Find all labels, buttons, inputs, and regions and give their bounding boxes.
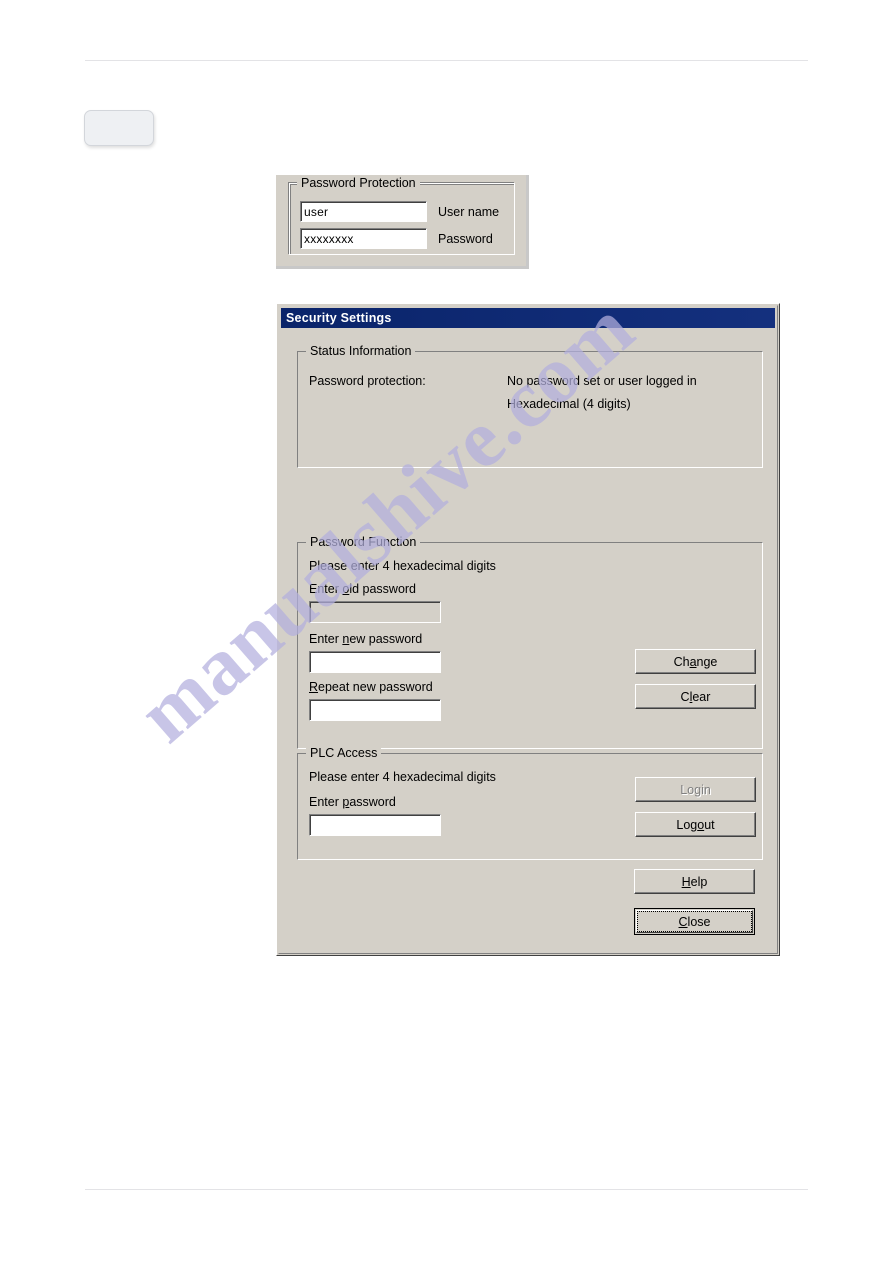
plc-enter-password-input[interactable] [309,814,441,836]
password-function-groupbox: Password Function Please enter 4 hexadec… [297,535,763,749]
status-information-legend: Status Information [306,344,416,358]
user-name-input[interactable]: user [300,201,427,222]
user-name-label: User name [438,205,500,219]
change-button[interactable]: Ch a nge [635,649,756,674]
password-protection-figure: Password Protection user User name xxxxx… [276,175,529,269]
help-button[interactable]: Help [634,869,755,894]
enter-new-password-label: Enter new password [309,632,423,646]
repeat-new-password-input[interactable] [309,699,441,721]
login-button[interactable]: Lo g in [635,777,756,802]
clear-button[interactable]: Cl ear [635,684,756,709]
status-information-groupbox: Status Information Password protection: … [297,344,763,468]
password-function-hint: Please enter 4 hexadecimal digits [309,559,496,573]
password-protection-status-value-line1: No password set or user logged in [507,374,697,388]
security-settings-dialog: Security Settings Status Information Pas… [276,303,780,956]
plc-access-legend: PLC Access [306,746,382,760]
password-protection-status-label: Password protection: [309,374,426,388]
dialog-titlebar[interactable]: Security Settings [281,308,775,328]
dialog-body: Security Settings Status Information Pas… [278,305,778,954]
plc-access-hint: Please enter 4 hexadecimal digits [309,770,496,784]
plc-access-groupbox: PLC Access Please enter 4 hexadecimal di… [297,746,763,860]
dialog-title: Security Settings [286,311,392,325]
password-protection-status-value-line2: Hexadecimal (4 digits) [507,397,631,411]
plc-enter-password-label: Enter password [309,795,396,809]
enter-old-password-input[interactable] [309,601,441,623]
page-header-rule [85,60,808,61]
password-function-legend: Password Function [306,535,421,549]
page-footer-rule [85,1189,808,1190]
enter-new-password-input[interactable] [309,651,441,673]
logout-button[interactable]: Log o ut [635,812,756,837]
password-label: Password [438,232,493,246]
password-protection-legend: Password Protection [297,176,420,190]
enter-old-password-label: Enter old password [309,582,417,596]
close-button[interactable]: Close [634,908,755,935]
callout-box [84,110,154,146]
password-input[interactable]: xxxxxxxx [300,228,427,249]
repeat-new-password-label: Repeat new password [309,680,433,694]
password-protection-groupbox: Password Protection user User name xxxxx… [289,176,515,255]
